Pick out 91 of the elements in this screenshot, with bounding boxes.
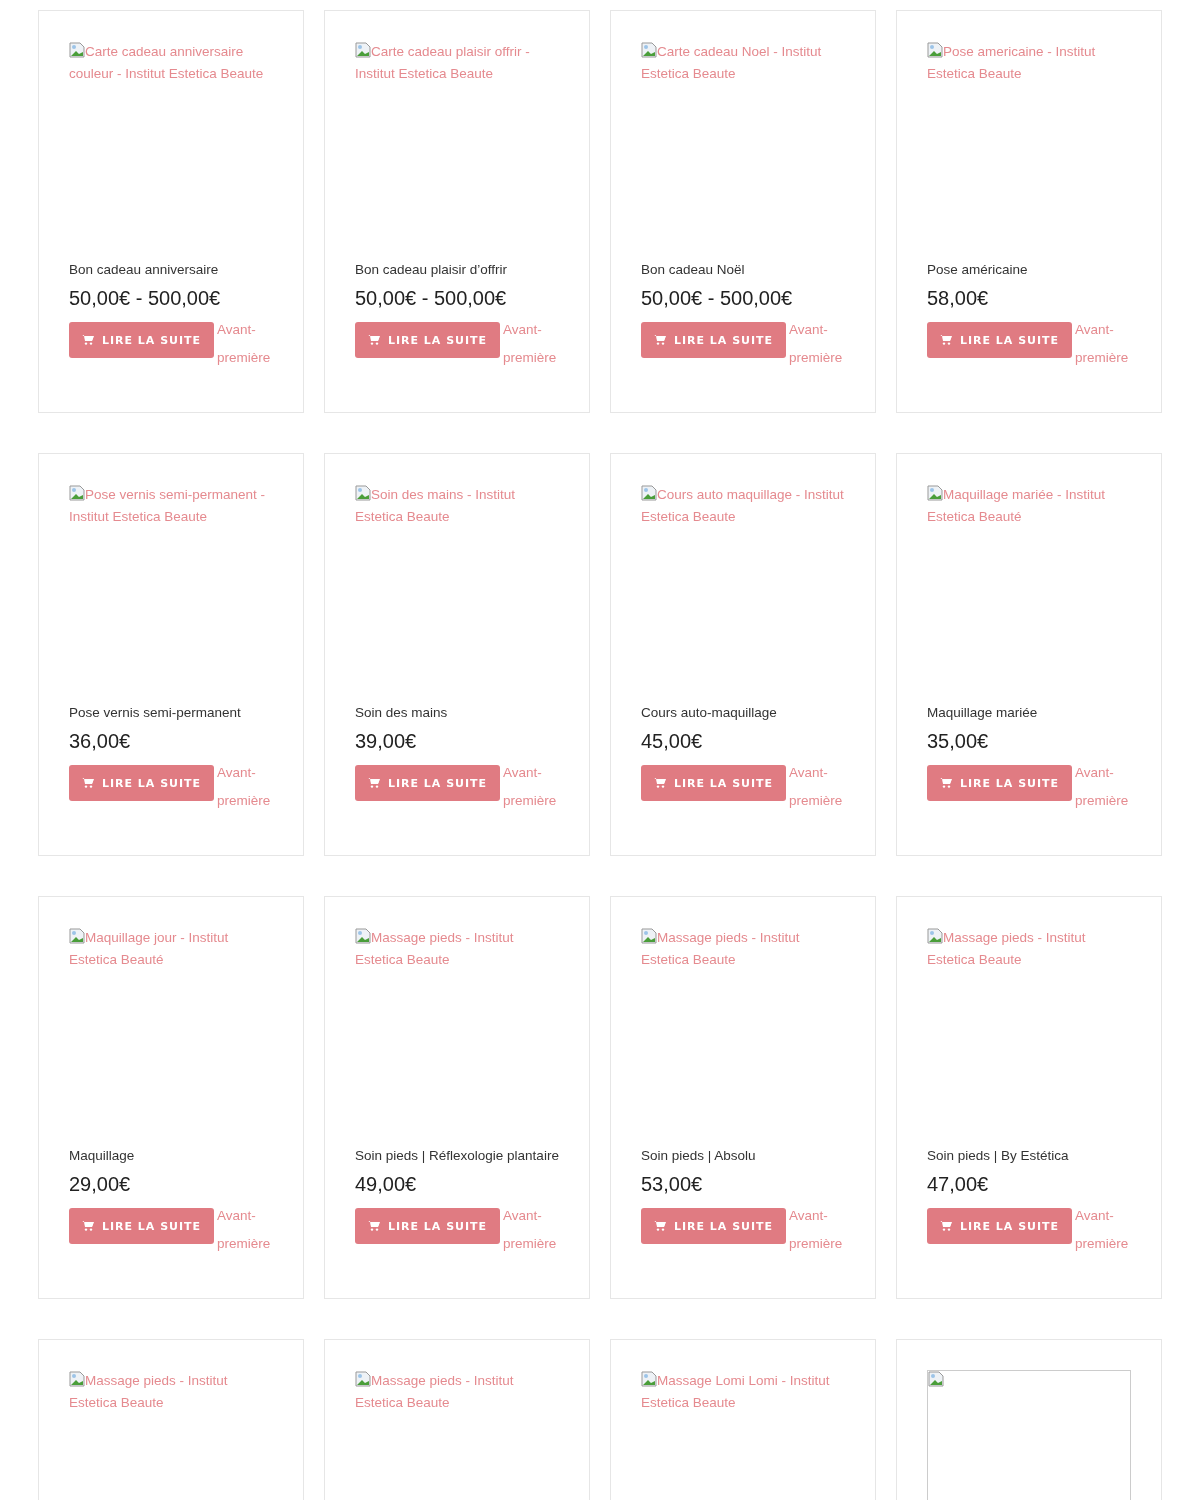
product-price: 50,00€ - 500,00€ [355, 286, 508, 311]
broken-image-icon [355, 42, 371, 58]
cart-icon [653, 778, 666, 788]
read-more-button[interactable]: LIRE LA SUITE [69, 322, 214, 358]
read-more-button[interactable]: LIRE LA SUITE [355, 1208, 500, 1244]
image-alt-link[interactable]: Carte cadeau anniversaire couleur - Institut Estetica Beaute [69, 41, 273, 85]
broken-image-icon [69, 1371, 85, 1387]
broken-image-icon [69, 485, 85, 501]
product-price: 29,00€ [69, 1172, 132, 1197]
preview-link[interactable]: Avant-première [1075, 316, 1135, 372]
product-name[interactable]: Bon cadeau plaisir d’offrir [355, 259, 559, 281]
image-alt-link[interactable]: Massage Lomi Lomi - Institut Estetica Beaute [641, 1370, 845, 1414]
broken-image-icon [355, 1371, 371, 1387]
broken-image-icon [641, 928, 657, 944]
image-alt-link[interactable]: Pose americaine - Institut Estetica Beaute [927, 41, 1131, 85]
product-price: 49,00€ [355, 1172, 418, 1197]
broken-image-icon [69, 928, 85, 944]
image-alt-link[interactable]: Cours auto maquillage - Institut Estetica Beaute [641, 484, 845, 528]
product-price: 36,00€ [69, 729, 132, 754]
product-name[interactable]: Pose vernis semi-permanent [69, 702, 273, 724]
read-more-button[interactable]: LIRE LA SUITE [355, 765, 500, 801]
cart-icon [367, 1221, 380, 1231]
image-alt-link[interactable]: Maquillage mariée - Institut Estetica Beauté [927, 484, 1131, 528]
read-more-button[interactable]: LIRE LA SUITE [355, 322, 500, 358]
image-alt-link[interactable]: Massage pieds - Institut Estetica Beaute [355, 927, 559, 971]
product-price: 58,00€ [927, 286, 990, 311]
preview-link[interactable]: Avant-première [1075, 759, 1135, 815]
product-name[interactable]: Soin pieds | By Estética [927, 1145, 1131, 1167]
cart-icon [653, 1221, 666, 1231]
cart-icon [367, 778, 380, 788]
broken-image-icon [927, 928, 943, 944]
cart-icon [653, 335, 666, 345]
cart-icon [81, 778, 94, 788]
product-name[interactable]: Soin pieds | Réflexologie plantaire [355, 1145, 559, 1167]
read-more-button[interactable]: LIRE LA SUITE [69, 765, 214, 801]
read-more-button[interactable]: LIRE LA SUITE [927, 765, 1072, 801]
preview-link[interactable]: Avant-première [789, 759, 849, 815]
image-alt-link[interactable]: Soin des mains - Institut Estetica Beaute [355, 484, 559, 528]
product-name[interactable]: Soin pieds | Absolu [641, 1145, 845, 1167]
cart-icon [939, 778, 952, 788]
product-price: 39,00€ [355, 729, 418, 754]
product-name[interactable]: Cours auto-maquillage [641, 702, 845, 724]
cart-icon [939, 1221, 952, 1231]
read-more-button[interactable]: LIRE LA SUITE [641, 322, 786, 358]
read-more-button[interactable]: LIRE LA SUITE [641, 765, 786, 801]
image-alt-link[interactable]: Massage pieds - Institut Estetica Beaute [69, 1370, 273, 1414]
image-alt-link[interactable]: Massage pieds - Institut Estetica Beaute [355, 1370, 559, 1414]
image-alt-link[interactable]: Carte cadeau plaisir offrir - Institut Estetica Beaute [355, 41, 559, 85]
preview-link[interactable]: Avant-première [217, 759, 277, 815]
broken-image-icon [927, 42, 943, 58]
broken-image-icon [355, 485, 371, 501]
product-name[interactable]: Maquillage [69, 1145, 273, 1167]
preview-link[interactable]: Avant-première [503, 1202, 563, 1258]
read-more-button[interactable]: LIRE LA SUITE [927, 322, 1072, 358]
image-alt-link[interactable]: Pose vernis semi-permanent - Institut Estetica Beaute [69, 484, 273, 528]
broken-image-icon [928, 1371, 944, 1387]
cart-icon [367, 335, 380, 345]
product-name[interactable]: Pose américaine [927, 259, 1131, 281]
product-price: 35,00€ [927, 729, 990, 754]
product-price: 47,00€ [927, 1172, 990, 1197]
read-more-button[interactable]: LIRE LA SUITE [69, 1208, 214, 1244]
product-name[interactable]: Maquillage mariée [927, 702, 1131, 724]
image-alt-link[interactable]: Massage pieds - Institut Estetica Beaute [641, 927, 845, 971]
product-name[interactable]: Bon cadeau Noël [641, 259, 845, 281]
read-more-button[interactable]: LIRE LA SUITE [641, 1208, 786, 1244]
preview-link[interactable]: Avant-première [789, 1202, 849, 1258]
preview-link[interactable]: Avant-première [503, 316, 563, 372]
preview-link[interactable]: Avant-première [217, 1202, 277, 1258]
preview-link[interactable]: Avant-première [789, 316, 849, 372]
preview-link[interactable]: Avant-première [1075, 1202, 1135, 1258]
cart-icon [81, 335, 94, 345]
broken-image-icon [641, 42, 657, 58]
product-name[interactable]: Soin des mains [355, 702, 559, 724]
product-price: 53,00€ [641, 1172, 704, 1197]
broken-image-icon [641, 485, 657, 501]
broken-image-icon [69, 42, 85, 58]
broken-image-icon [641, 1371, 657, 1387]
image-alt-link[interactable]: Massage pieds - Institut Estetica Beaute [927, 927, 1131, 971]
broken-image-icon [355, 928, 371, 944]
cart-icon [939, 335, 952, 345]
preview-link[interactable]: Avant-première [503, 759, 563, 815]
product-price: 50,00€ - 500,00€ [69, 286, 222, 311]
broken-image-icon [927, 485, 943, 501]
image-alt-link[interactable]: Maquillage jour - Institut Estetica Beauté [69, 927, 273, 971]
cart-icon [81, 1221, 94, 1231]
image-alt-link[interactable]: Carte cadeau Noel - Institut Estetica Beaute [641, 41, 845, 85]
read-more-button[interactable]: LIRE LA SUITE [927, 1208, 1072, 1244]
product-price: 45,00€ [641, 729, 704, 754]
product-name[interactable]: Bon cadeau anniversaire [69, 259, 273, 281]
preview-link[interactable]: Avant-première [217, 316, 277, 372]
product-price: 50,00€ - 500,00€ [641, 286, 794, 311]
